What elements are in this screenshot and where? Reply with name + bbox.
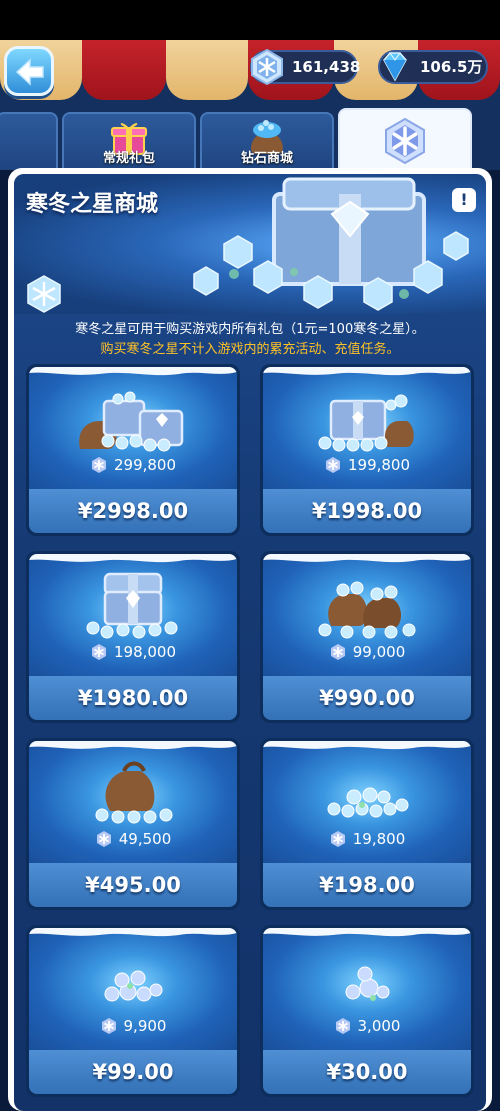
pack-amount-value: 199,800: [347, 456, 411, 474]
snowflake-gem-icon: [101, 1018, 116, 1034]
shop-banner: 寒冬之星商城 !: [14, 174, 486, 314]
pack-amount-value: 49,500: [118, 830, 172, 848]
tab-previous[interactable]: [0, 112, 58, 170]
shop-panel-inner: 寒冬之星商城 ! 寒冬之星可用于购买游戏内所有礼包（1元=100寒冬之星）。 购…: [14, 174, 486, 1111]
pack-card[interactable]: 19,800 ¥198.00: [260, 738, 474, 910]
pack-card[interactable]: 299,800 ¥2998.00: [26, 364, 240, 536]
pack-amount: 19,800: [260, 830, 474, 848]
info-button[interactable]: !: [452, 188, 476, 212]
snowflake-currency-value: 161,438: [292, 58, 361, 76]
snowflake-gem-icon: [251, 48, 283, 86]
snow-edge: [263, 741, 471, 750]
pack-card[interactable]: 9,900 ¥99.00: [26, 925, 240, 1097]
snow-edge: [29, 554, 237, 563]
buy-button[interactable]: ¥1998.00: [263, 489, 471, 533]
snow-edge: [263, 367, 471, 376]
snowflake-gem-icon: [385, 117, 425, 165]
snow-edge: [29, 928, 237, 937]
shop-panel: 寒冬之星商城 ! 寒冬之星可用于购买游戏内所有礼包（1元=100寒冬之星）。 购…: [8, 168, 492, 1111]
buy-button[interactable]: ¥495.00: [29, 863, 237, 907]
top-bar: 161,438 106.5万: [0, 40, 500, 102]
pack-amount-value: 19,800: [352, 830, 406, 848]
pack-amount-value: 299,800: [113, 456, 177, 474]
pack-amount: 49,500: [26, 830, 240, 848]
tab-label: 常规礼包: [102, 151, 155, 166]
bag-icon: [95, 761, 173, 824]
pack-amount-value: 99,000: [352, 643, 406, 661]
tab-winter-star-shop[interactable]: [338, 108, 472, 172]
snowflake-gem-icon: [96, 831, 111, 847]
page-title: 寒冬之星商城: [26, 192, 159, 217]
chest-icon: [86, 572, 178, 639]
snowflake-currency-display: 161,438: [250, 48, 361, 86]
tab-diamond-shop[interactable]: 钻石商城: [200, 112, 334, 170]
small-gem-pile-icon: [104, 970, 163, 1002]
snowflake-gem-icon: [330, 831, 345, 847]
few-gems-icon: [345, 966, 390, 1001]
gem-pile-icon: [327, 787, 409, 818]
pack-card[interactable]: 198,000 ¥1980.00: [26, 551, 240, 723]
snowflake-gem-icon: [27, 275, 61, 313]
banner-decoration: [166, 40, 248, 100]
snowflake-gem-icon: [335, 1018, 350, 1034]
pack-card[interactable]: 199,800 ¥1998.00: [260, 364, 474, 536]
pack-amount-value: 198,000: [113, 643, 177, 661]
pack-amount-value: 3,000: [357, 1017, 401, 1035]
diamond-icon: [383, 52, 407, 82]
pack-amount: 299,800: [26, 456, 240, 474]
buy-button[interactable]: ¥198.00: [263, 863, 471, 907]
buy-button[interactable]: ¥1980.00: [29, 676, 237, 720]
chest-bag-icon: [318, 394, 414, 452]
pack-amount-value: 9,900: [123, 1017, 167, 1035]
snow-edge: [29, 367, 237, 376]
pack-card[interactable]: 99,000 ¥990.00: [260, 551, 474, 723]
shop-tabs: 常规礼包 钻石商城: [0, 102, 500, 172]
snow-edge: [263, 928, 471, 937]
pack-card[interactable]: 3,000 ¥30.00: [260, 925, 474, 1097]
snow-edge: [29, 741, 237, 750]
tab-label: 钻石商城: [240, 151, 293, 166]
diamond-currency-value: 106.5万: [420, 58, 483, 76]
buy-button[interactable]: ¥2998.00: [29, 489, 237, 533]
pack-card[interactable]: 49,500 ¥495.00: [26, 738, 240, 910]
snowflake-gem-icon: [325, 457, 340, 473]
diamond-currency-display: 106.5万: [378, 50, 488, 84]
buy-button[interactable]: ¥990.00: [263, 676, 471, 720]
pack-amount: 3,000: [260, 1017, 474, 1035]
buy-button[interactable]: ¥99.00: [29, 1050, 237, 1094]
tab-regular-packs[interactable]: 常规礼包: [62, 112, 196, 170]
back-button[interactable]: [4, 46, 54, 96]
status-bar: [0, 0, 500, 40]
banner-decoration: [82, 40, 166, 100]
pack-amount: 9,900: [26, 1017, 240, 1035]
snow-edge: [263, 554, 471, 563]
snowflake-gem-icon: [330, 644, 345, 660]
pack-amount: 198,000: [26, 643, 240, 661]
two-chests-bag-icon: [79, 391, 184, 452]
snowflake-gem-icon: [91, 644, 106, 660]
two-bags-icon: [318, 581, 416, 639]
buy-button[interactable]: ¥30.00: [263, 1050, 471, 1094]
pack-amount: 199,800: [260, 456, 474, 474]
pack-amount: 99,000: [260, 643, 474, 661]
snowflake-gem-icon: [91, 457, 106, 473]
arrow-left-icon: [15, 58, 44, 86]
treasure-chest-illustration: [193, 177, 469, 311]
shop-description: 寒冬之星可用于购买游戏内所有礼包（1元=100寒冬之星）。: [75, 322, 425, 337]
shop-notice: 购买寒冬之星不计入游戏内的累充活动、充值任务。: [100, 342, 400, 357]
